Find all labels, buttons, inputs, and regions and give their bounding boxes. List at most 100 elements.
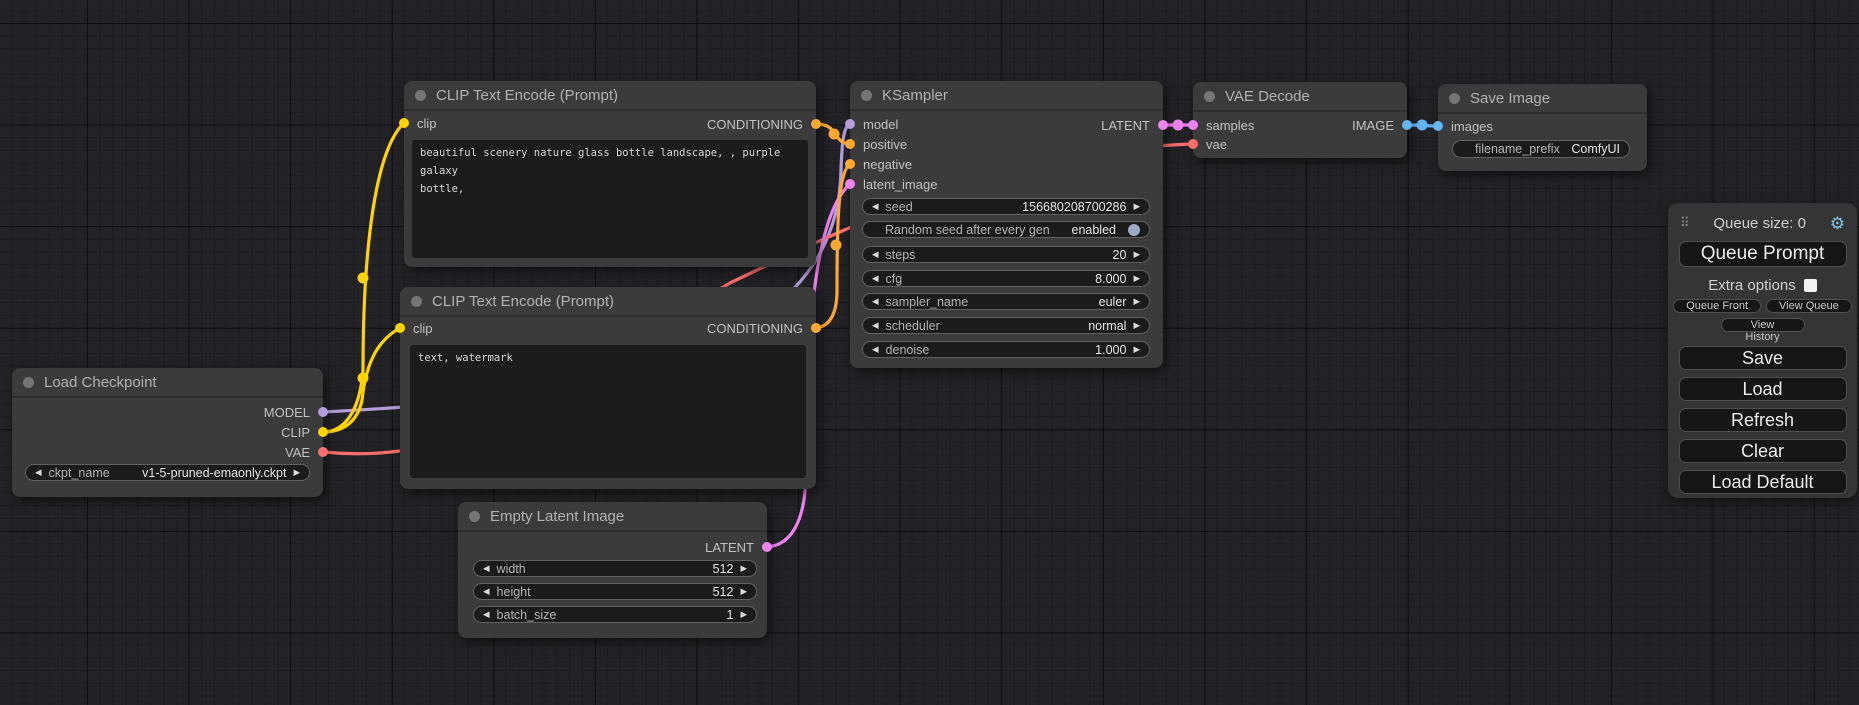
arrow-left-icon[interactable]: ◀ — [483, 587, 490, 596]
prompt-textarea[interactable]: text, watermark — [410, 345, 806, 478]
arrow-left-icon[interactable]: ◀ — [872, 274, 879, 283]
node-load-checkpoint[interactable]: Load Checkpoint MODEL CLIP VAE ◀ ckpt_na… — [12, 368, 323, 497]
model-input-dot[interactable] — [845, 119, 855, 129]
node-ksampler[interactable]: KSampler model positive negative latent_… — [850, 81, 1163, 368]
input-slot-model[interactable]: model — [845, 114, 898, 134]
arrow-left-icon[interactable]: ◀ — [872, 250, 879, 259]
node-title-bar[interactable]: Save Image — [1438, 84, 1647, 114]
input-slot-positive[interactable]: positive — [845, 134, 907, 154]
vae-input-dot[interactable] — [1188, 139, 1198, 149]
ckpt-name-widget[interactable]: ◀ ckpt_name v1-5-pruned-emaonly.ckpt ▶ — [25, 464, 310, 481]
input-slot-vae[interactable]: vae — [1188, 134, 1227, 154]
node-empty-latent-image[interactable]: Empty Latent Image LATENT ◀ width 512 ▶ … — [458, 502, 767, 638]
arrow-left-icon[interactable]: ◀ — [872, 345, 879, 354]
input-slot-samples[interactable]: samples — [1188, 115, 1254, 135]
arrow-right-icon[interactable]: ▶ — [1133, 250, 1140, 259]
node-title-bar[interactable]: CLIP Text Encode (Prompt) — [404, 81, 816, 111]
collapse-dot-icon[interactable] — [411, 296, 422, 307]
latent-image-input-dot[interactable] — [845, 179, 855, 189]
positive-input-dot[interactable] — [845, 139, 855, 149]
arrow-right-icon[interactable]: ▶ — [1133, 297, 1140, 306]
output-slot-conditioning[interactable]: CONDITIONING — [707, 114, 821, 134]
arrow-right-icon[interactable]: ▶ — [1133, 345, 1140, 354]
node-title-bar[interactable]: Empty Latent Image — [458, 502, 767, 532]
load-default-button[interactable]: Load Default — [1679, 470, 1847, 494]
extra-options-checkbox[interactable] — [1804, 279, 1817, 292]
clear-button[interactable]: Clear — [1679, 439, 1847, 463]
arrow-left-icon[interactable]: ◀ — [35, 468, 42, 477]
arrow-right-icon[interactable]: ▶ — [740, 587, 747, 596]
steps-widget[interactable]: ◀ steps 20 ▶ — [862, 246, 1150, 263]
output-slot-latent[interactable]: LATENT — [1101, 115, 1168, 135]
cfg-widget[interactable]: ◀ cfg 8.000 ▶ — [862, 270, 1150, 287]
model-output-dot[interactable] — [318, 407, 328, 417]
refresh-button[interactable]: Refresh — [1679, 408, 1847, 432]
arrow-left-icon[interactable]: ◀ — [872, 321, 879, 330]
queue-front-button[interactable]: Queue Front — [1673, 299, 1761, 313]
drag-handle-icon[interactable]: ⠿ — [1680, 215, 1690, 231]
view-history-button[interactable]: View History — [1721, 318, 1805, 332]
random-seed-widget[interactable]: Random seed after every gen enabled — [862, 221, 1150, 238]
arrow-right-icon[interactable]: ▶ — [740, 564, 747, 573]
filename-prefix-widget[interactable]: filename_prefix ComfyUI — [1452, 140, 1630, 158]
node-save-image[interactable]: Save Image images filename_prefix ComfyU… — [1438, 84, 1647, 171]
collapse-dot-icon[interactable] — [861, 90, 872, 101]
arrow-right-icon[interactable]: ▶ — [1133, 274, 1140, 283]
input-slot-clip[interactable]: clip — [395, 318, 433, 338]
collapse-dot-icon[interactable] — [415, 90, 426, 101]
node-clip-text-encode-positive[interactable]: CLIP Text Encode (Prompt) clip CONDITION… — [404, 81, 816, 267]
clip-output-dot[interactable] — [318, 427, 328, 437]
seed-widget[interactable]: ◀ seed 156680208700286 ▶ — [862, 198, 1150, 215]
output-slot-clip[interactable]: CLIP — [281, 422, 328, 442]
load-button[interactable]: Load — [1679, 377, 1847, 401]
height-widget[interactable]: ◀ height 512 ▶ — [473, 583, 757, 600]
output-slot-model[interactable]: MODEL — [264, 402, 328, 422]
sampler-name-widget[interactable]: ◀ sampler_name euler ▶ — [862, 293, 1150, 310]
gear-icon[interactable]: ⚙ — [1830, 215, 1845, 232]
batch-size-widget[interactable]: ◀ batch_size 1 ▶ — [473, 606, 757, 623]
output-slot-conditioning[interactable]: CONDITIONING — [707, 318, 821, 338]
samples-input-dot[interactable] — [1188, 120, 1198, 130]
toggle-icon[interactable] — [1128, 224, 1140, 236]
prompt-textarea[interactable]: beautiful scenery nature glass bottle la… — [412, 140, 808, 258]
arrow-left-icon[interactable]: ◀ — [483, 564, 490, 573]
arrow-left-icon[interactable]: ◀ — [872, 202, 879, 211]
view-queue-button[interactable]: View Queue — [1766, 299, 1852, 313]
image-output-dot[interactable] — [1402, 120, 1412, 130]
queue-prompt-button[interactable]: Queue Prompt — [1679, 241, 1847, 267]
vae-output-dot[interactable] — [318, 447, 328, 457]
scheduler-widget[interactable]: ◀ scheduler normal ▶ — [862, 317, 1150, 334]
output-slot-image[interactable]: IMAGE — [1352, 115, 1412, 135]
save-button[interactable]: Save — [1679, 346, 1847, 370]
input-slot-images[interactable]: images — [1433, 116, 1493, 136]
node-title-bar[interactable]: KSampler — [850, 81, 1163, 111]
arrow-right-icon[interactable]: ▶ — [1133, 321, 1140, 330]
arrow-left-icon[interactable]: ◀ — [872, 297, 879, 306]
output-slot-vae[interactable]: VAE — [285, 442, 328, 462]
input-slot-negative[interactable]: negative — [845, 154, 912, 174]
latent-output-dot[interactable] — [762, 542, 772, 552]
width-widget[interactable]: ◀ width 512 ▶ — [473, 560, 757, 577]
collapse-dot-icon[interactable] — [23, 377, 34, 388]
node-title-bar[interactable]: CLIP Text Encode (Prompt) — [400, 287, 816, 317]
input-slot-latent-image[interactable]: latent_image — [845, 174, 937, 194]
collapse-dot-icon[interactable] — [1204, 91, 1215, 102]
latent-output-dot[interactable] — [1158, 120, 1168, 130]
clip-input-dot[interactable] — [395, 323, 405, 333]
node-title-bar[interactable]: Load Checkpoint — [12, 368, 323, 398]
arrow-right-icon[interactable]: ▶ — [740, 610, 747, 619]
clip-input-dot[interactable] — [399, 118, 409, 128]
node-vae-decode[interactable]: VAE Decode samples vae IMAGE — [1193, 82, 1407, 158]
input-slot-clip[interactable]: clip — [399, 113, 437, 133]
node-title-bar[interactable]: VAE Decode — [1193, 82, 1407, 112]
arrow-right-icon[interactable]: ▶ — [1133, 202, 1140, 211]
collapse-dot-icon[interactable] — [469, 511, 480, 522]
negative-input-dot[interactable] — [845, 159, 855, 169]
collapse-dot-icon[interactable] — [1449, 93, 1460, 104]
arrow-left-icon[interactable]: ◀ — [483, 610, 490, 619]
output-slot-latent[interactable]: LATENT — [705, 537, 772, 557]
conditioning-output-dot[interactable] — [811, 323, 821, 333]
arrow-right-icon[interactable]: ▶ — [293, 468, 300, 477]
graph-canvas[interactable]: { "icons": { "gear": "⚙", "drag_handle":… — [0, 0, 1859, 705]
images-input-dot[interactable] — [1433, 121, 1443, 131]
